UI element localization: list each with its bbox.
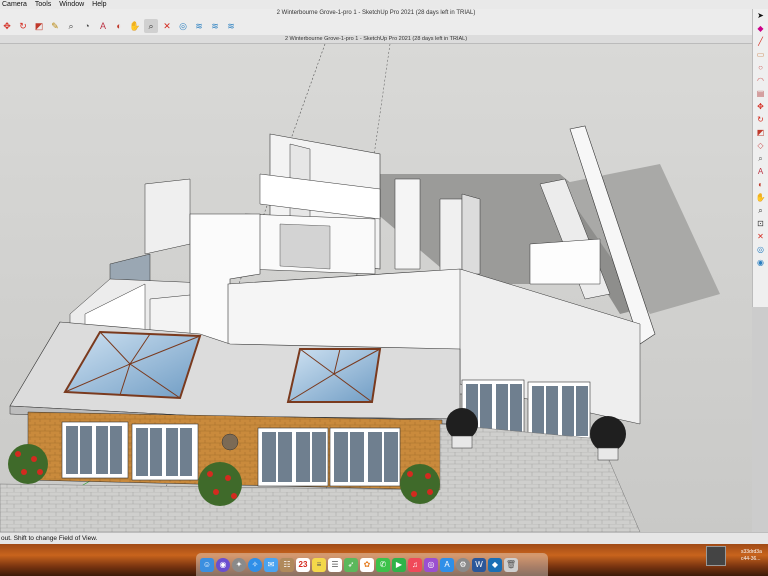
sketchup-icon[interactable]: ◆ (488, 557, 502, 572)
zoom-extents-icon[interactable]: ✕ (160, 19, 174, 33)
pan-icon[interactable]: ✋ (128, 19, 142, 33)
rear-room-inner (279, 223, 331, 270)
pushpull-icon[interactable]: ▤ (755, 88, 767, 100)
offset-icon[interactable]: ◇ (755, 140, 767, 152)
status-bar: out. Shift to change Field of View. (0, 532, 768, 544)
wall-plaque (221, 433, 239, 451)
menu-help[interactable]: Help (92, 0, 106, 9)
safari-icon[interactable]: ✧ (248, 557, 262, 572)
menu-window[interactable]: Window (59, 0, 84, 9)
pan-icon[interactable]: ✋ (755, 192, 767, 204)
appstore-icon[interactable]: A (440, 557, 454, 572)
scale-icon[interactable]: ◩ (755, 127, 767, 139)
rose-bush-left (8, 444, 48, 484)
mail-icon[interactable]: ✉ (264, 557, 278, 572)
menu-bar: Camera Tools Window Help (0, 0, 768, 9)
orbit-icon[interactable]: ◐ (112, 19, 126, 33)
zoom-extents-icon[interactable]: ✕ (755, 231, 767, 243)
column-2-side (461, 193, 481, 275)
document-tab[interactable]: 2 Winterbourne Grove-1-pro 1 - SketchUp … (0, 35, 752, 44)
reminders-icon[interactable]: ☰ (328, 557, 342, 572)
rose-bush-center (198, 462, 242, 506)
move-icon[interactable]: ✥ (755, 101, 767, 113)
text-icon[interactable]: A (96, 19, 110, 33)
select-icon[interactable]: ➤ (755, 10, 767, 22)
desktop-file-label-2: c44-36... (741, 556, 761, 562)
photos-icon[interactable]: ✿ (360, 557, 374, 572)
maps-icon[interactable]: ➶ (344, 557, 358, 572)
section-plane-icon[interactable]: ◎ (176, 19, 190, 33)
line-icon[interactable]: ╱ (755, 36, 767, 48)
display-section-cuts-icon[interactable]: ≋ (208, 19, 222, 33)
column-2 (439, 198, 463, 275)
menu-camera[interactable]: Camera (2, 0, 27, 9)
tape-measure-icon[interactable]: ⌕ (64, 19, 78, 33)
walk-icon[interactable]: ◎ (755, 244, 767, 256)
column-1 (394, 178, 421, 270)
3d-model-scene[interactable] (0, 44, 752, 532)
model-viewport[interactable] (0, 44, 752, 532)
rectangle-icon[interactable]: ▭ (755, 49, 767, 61)
right-inner-box (529, 238, 601, 285)
rose-bush-right (400, 464, 440, 504)
music-icon[interactable]: ♫ (408, 557, 422, 572)
look-around-icon[interactable]: ◉ (755, 257, 767, 269)
large-tool-set-palette: ➤ ◆ ╱ ▭ ○ ◠ ▤ ✥ ↻ ◩ ◇ ⌕ A ◐ ✋ ⌕ ⊡ ✕ ◎ ◉ (752, 9, 768, 307)
zoom-icon[interactable]: ⌕ (755, 205, 767, 217)
arc-icon[interactable]: ◠ (755, 75, 767, 87)
dock: ☺ ◉ ✦ ✧ ✉ ☷ 23 ≡ ☰ ➶ ✿ ✆ ▶ ♫ ◎ A ⚙ W ◆ 🗑 (196, 553, 548, 576)
calendar-icon[interactable]: 23 (296, 557, 310, 572)
contacts-icon[interactable]: ☷ (280, 557, 294, 572)
launchpad-icon[interactable]: ✦ (232, 557, 246, 572)
zoom-icon[interactable]: ⌕ (144, 19, 158, 33)
facetime-icon[interactable]: ▶ (392, 557, 406, 572)
eraser-icon[interactable]: ◆ (755, 23, 767, 35)
podcasts-icon[interactable]: ◎ (424, 557, 438, 572)
protractor-icon[interactable]: ◔ (80, 19, 94, 33)
left-wall-upper (144, 178, 191, 255)
finder-icon[interactable]: ☺ (200, 557, 214, 572)
desktop-file-label-1: s33drd3a (741, 549, 762, 555)
orbit-icon[interactable]: ◐ (755, 179, 767, 191)
desktop-file-thumbnail[interactable] (706, 546, 726, 566)
zoom-window-icon[interactable]: ⊡ (755, 218, 767, 230)
title-toolbar-row: 2 Winterbourne Grove-1-pro 1 - SketchUp … (0, 9, 752, 35)
display-section-planes-icon[interactable]: ≋ (192, 19, 206, 33)
notes-icon[interactable]: ≡ (312, 557, 326, 572)
main-toolbar: ✥ ↻ ◩ ✎ ⌕ ◔ A ◐ ✋ ⌕ ✕ ◎ ≋ ≋ ≋ (0, 19, 238, 33)
paint-bucket-icon[interactable]: ✎ (48, 19, 62, 33)
scale-icon[interactable]: ◩ (32, 19, 46, 33)
messages-icon[interactable]: ✆ (376, 557, 390, 572)
text-icon[interactable]: A (755, 166, 767, 178)
settings-icon[interactable]: ⚙ (456, 557, 470, 572)
circle-icon[interactable]: ○ (755, 62, 767, 74)
menu-tools[interactable]: Tools (35, 0, 51, 9)
tape-icon[interactable]: ⌕ (755, 153, 767, 165)
window-title: 2 Winterbourne Grove-1-pro 1 - SketchUp … (276, 10, 476, 16)
siri-icon[interactable]: ◉ (216, 557, 230, 572)
rotate-icon[interactable]: ↻ (755, 114, 767, 126)
rotate-icon[interactable]: ↻ (16, 19, 30, 33)
status-text: out. Shift to change Field of View. (1, 535, 98, 542)
trash-icon[interactable]: 🗑 (504, 557, 518, 572)
move-icon[interactable]: ✥ (0, 19, 14, 33)
word-icon[interactable]: W (472, 557, 486, 572)
section-fill-icon[interactable]: ≋ (224, 19, 238, 33)
